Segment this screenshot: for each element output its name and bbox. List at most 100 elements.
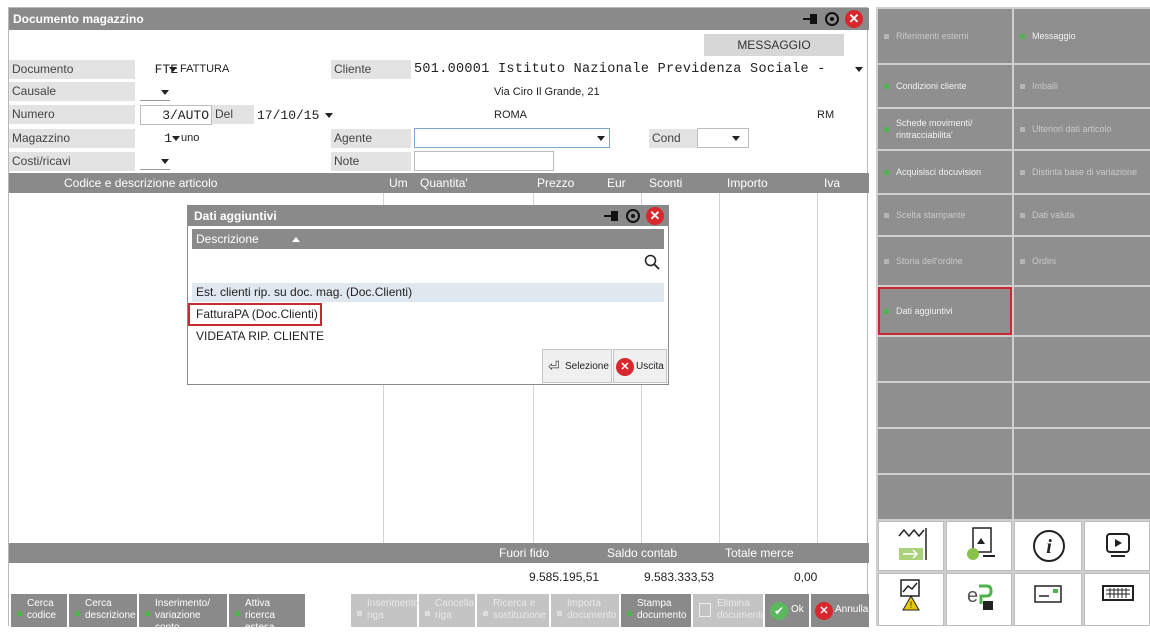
list-item[interactable]: VIDEATA RIP. CLIENTE xyxy=(192,327,664,346)
chevron-down-icon[interactable] xyxy=(172,136,180,141)
stampa-documento-button[interactable]: Stampa documento xyxy=(621,594,691,627)
window-title: Documento magazzino xyxy=(9,8,869,30)
grid-divider xyxy=(719,193,720,543)
selection-highlight xyxy=(188,303,322,326)
restore-icon[interactable] xyxy=(626,209,640,223)
note-label: Note xyxy=(331,152,411,171)
costi-ricavi-label: Costi/ricavi xyxy=(9,152,135,171)
close-icon[interactable]: ✕ xyxy=(845,10,863,28)
close-icon: ✕ xyxy=(616,358,634,376)
keyboard-icon[interactable] xyxy=(1084,573,1150,626)
button-label: Storia dell'ordine xyxy=(896,256,963,266)
date-value[interactable]: 17/10/15 xyxy=(257,106,319,125)
chevron-down-icon[interactable] xyxy=(732,136,740,141)
cancella-riga-button[interactable]: Cancella riga xyxy=(419,594,475,627)
cerca-codice-button[interactable]: Cerca codice xyxy=(11,594,67,627)
condizioni-cliente-button[interactable]: Condizioni cliente xyxy=(878,65,1012,107)
restore-icon[interactable] xyxy=(825,12,839,26)
button-label: Elimina xyxy=(717,598,750,609)
status-dot xyxy=(1020,169,1025,175)
importa-documento-button[interactable]: Importa documento xyxy=(551,594,619,627)
note-field[interactable] xyxy=(414,151,554,171)
attiva-ricerca-estesa-button[interactable]: Attiva ricerca estesa xyxy=(229,594,305,633)
messaggio-panel-button[interactable]: Messaggio xyxy=(1014,9,1150,63)
chevron-down-icon[interactable] xyxy=(169,67,177,72)
cliente-value[interactable]: 501.00001 Istituto Nazionale Previdenza … xyxy=(414,60,826,79)
chevron-down-icon[interactable] xyxy=(325,113,333,118)
magazzino-code[interactable]: 1 xyxy=(140,129,172,148)
schede-movimenti-button[interactable]: Schede movimenti/ rintracciabilita' xyxy=(878,109,1012,149)
dati-aggiuntivi-button[interactable]: Dati aggiuntivi xyxy=(878,287,1012,335)
status-dot xyxy=(1020,212,1025,218)
grid-divider xyxy=(817,193,818,543)
pin-icon[interactable] xyxy=(803,12,819,26)
pin-icon[interactable] xyxy=(604,209,620,223)
ordini-button[interactable]: Ordini xyxy=(1014,237,1150,285)
causale-underline xyxy=(140,100,170,101)
close-icon[interactable]: ✕ xyxy=(646,207,664,225)
chevron-down-icon[interactable] xyxy=(161,159,169,164)
col-sconti[interactable]: Sconti xyxy=(649,173,682,193)
messaggio-button[interactable]: MESSAGGIO xyxy=(704,34,844,56)
status-dot xyxy=(17,611,22,616)
button-label: descrizione xyxy=(85,610,136,621)
cond-field[interactable] xyxy=(697,128,749,148)
list-item[interactable]: Est. clienti rip. su doc. mag. (Doc.Clie… xyxy=(192,283,664,302)
button-label: Scelta stampante xyxy=(896,210,966,220)
col-eur[interactable]: Eur xyxy=(607,173,626,193)
button-label: Schede movimenti/ rintracciabilita' xyxy=(896,118,973,140)
inserimento-riga-button[interactable]: Inserimento riga xyxy=(351,594,419,627)
button-label: Ulteriori dati articolo xyxy=(1032,124,1112,134)
magazzino-value: uno xyxy=(181,132,200,144)
col-um[interactable]: Um xyxy=(389,173,408,193)
chevron-down-icon[interactable] xyxy=(597,136,605,141)
column-label: Descrizione xyxy=(196,232,259,246)
col-prezzo[interactable]: Prezzo xyxy=(537,173,574,193)
selezione-button[interactable]: ⏎ Selezione xyxy=(542,349,612,383)
imballi-button[interactable]: Imballi xyxy=(1014,65,1150,107)
empty-panel-slot xyxy=(878,383,1012,427)
dati-valuta-button[interactable]: Dati valuta xyxy=(1014,195,1150,235)
costi-ricavi-underline xyxy=(140,169,170,170)
checkmark-icon: ✔ xyxy=(770,602,788,620)
descrizione-column-header[interactable]: Descrizione xyxy=(192,229,664,249)
info-icon[interactable]: i xyxy=(1014,521,1082,571)
ulteriori-dati-articolo-button[interactable]: Ulteriori dati articolo xyxy=(1014,109,1150,149)
scelta-stampante-button[interactable]: Scelta stampante xyxy=(878,195,1012,235)
document-image-icon[interactable] xyxy=(946,521,1012,571)
agente-label: Agente xyxy=(331,129,411,148)
barcode-transfer-icon[interactable] xyxy=(878,521,944,571)
cerca-descrizione-button[interactable]: Cerca descrizione xyxy=(69,594,137,627)
acquisisci-docuvision-button[interactable]: Acquisisci docuvision xyxy=(878,151,1012,193)
annulla-button[interactable]: ✕ Annulla xyxy=(811,594,869,627)
col-quantita[interactable]: Quantita' xyxy=(420,173,468,193)
dialog-title: Dati aggiuntivi xyxy=(188,206,668,226)
col-iva[interactable]: Iva xyxy=(824,173,840,193)
ricerca-sostituzione-button[interactable]: Ricerca e sostituzione xyxy=(477,594,549,627)
chart-warning-icon[interactable]: ! xyxy=(878,573,944,626)
button-label: Ordini xyxy=(1032,256,1057,266)
card-icon[interactable] xyxy=(1014,573,1082,626)
epa-lock-icon[interactable]: e xyxy=(946,573,1012,626)
ok-button[interactable]: ✔ Ok xyxy=(765,594,809,627)
distinta-base-button[interactable]: Distinta base di variazione xyxy=(1014,151,1150,193)
button-label: Attiva ricerca xyxy=(245,598,276,621)
col-codice[interactable]: Codice e descrizione articolo xyxy=(64,173,217,193)
screen-play-icon[interactable] xyxy=(1084,521,1150,571)
status-dot xyxy=(235,611,240,616)
riferimenti-esterni-button[interactable]: Riferimenti esterni xyxy=(878,9,1012,63)
elimina-documento-button[interactable]: Elimina documento xyxy=(693,594,766,627)
empty-panel-slot xyxy=(1014,383,1150,427)
chevron-down-icon[interactable] xyxy=(855,67,863,72)
col-importo[interactable]: Importo xyxy=(727,173,768,193)
chevron-down-icon[interactable] xyxy=(161,90,169,95)
inserimento-variazione-conto-button[interactable]: Inserimento/variazione conto xyxy=(139,594,227,633)
button-label: Selezione xyxy=(565,361,609,372)
status-dot xyxy=(884,83,889,89)
button-label: documento xyxy=(637,610,687,621)
search-icon[interactable] xyxy=(644,254,660,270)
storia-ordine-button[interactable]: Storia dell'ordine xyxy=(878,237,1012,285)
agente-field[interactable] xyxy=(414,128,610,148)
uscita-button[interactable]: ✕ Uscita xyxy=(613,349,667,383)
status-dot xyxy=(884,169,889,175)
